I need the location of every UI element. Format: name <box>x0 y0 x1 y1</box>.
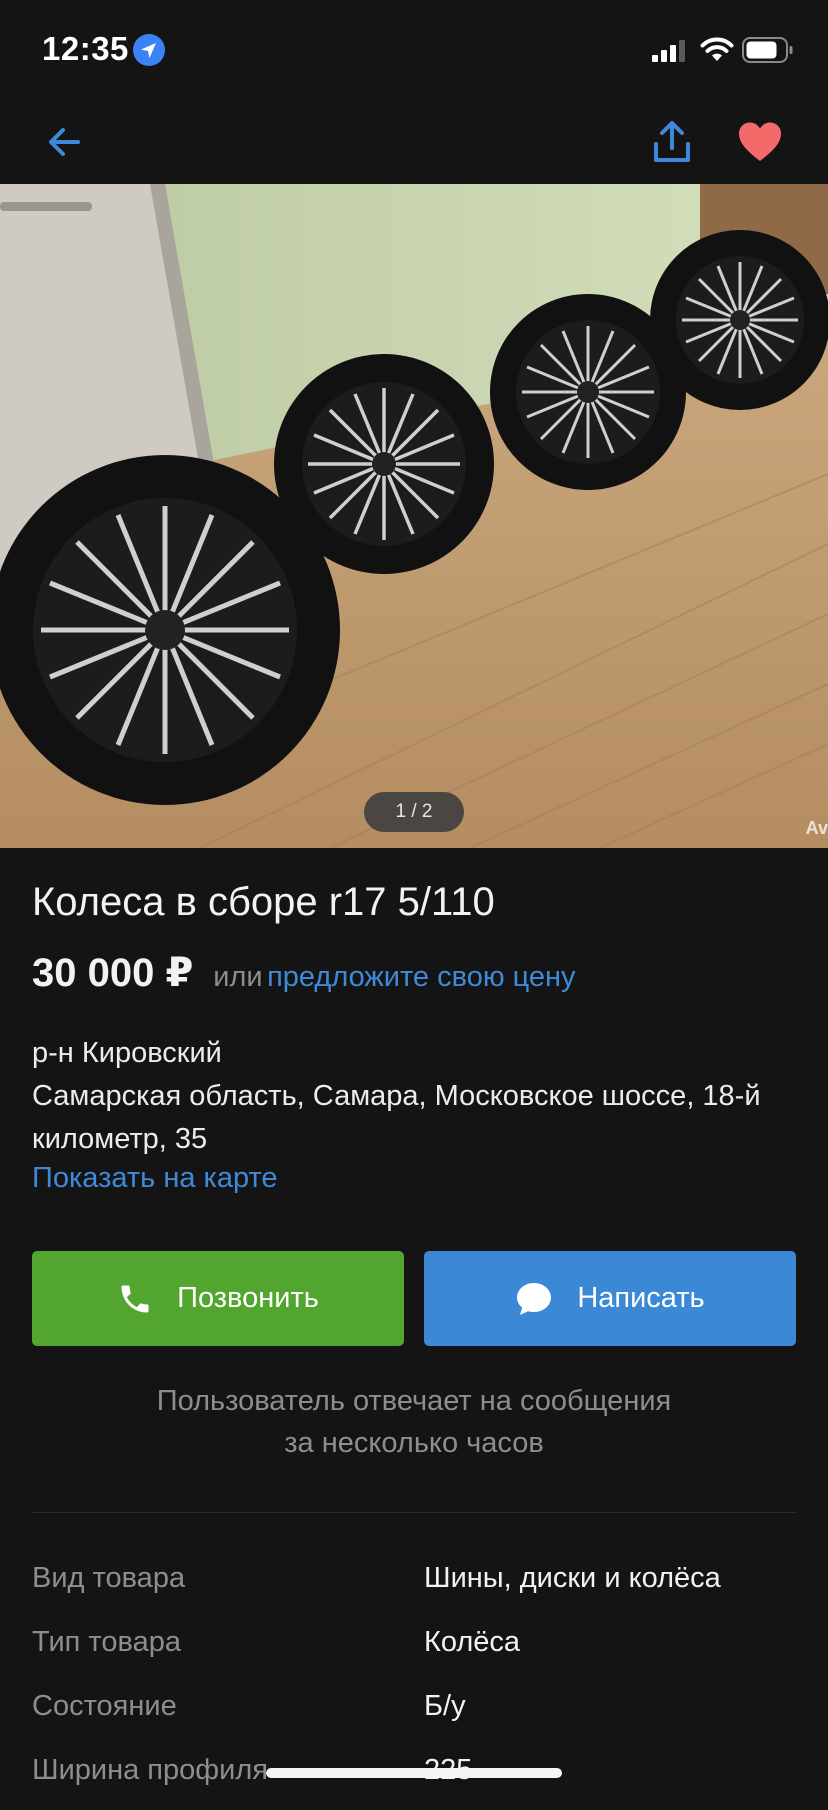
battery-icon <box>742 37 793 63</box>
full-address: Самарская область, Самара, Московское шо… <box>32 1080 761 1155</box>
offer-price-link[interactable]: предложите свою цену <box>267 961 575 993</box>
listing-title: Колеса в сборе r17 5/110 <box>32 880 495 924</box>
wifi-icon <box>700 37 734 61</box>
price-row: 30 000 ₽ или предложите свою цену <box>32 950 576 996</box>
price: 30 000 ₽ <box>32 951 194 995</box>
location-arrow-icon <box>133 34 165 66</box>
share-button[interactable] <box>644 114 700 170</box>
property-value: Б/у <box>424 1690 466 1722</box>
back-button[interactable] <box>36 114 92 170</box>
phone-icon <box>121 1285 149 1312</box>
watermark-logo: Av <box>805 818 828 838</box>
cellular-signal-icon <box>652 40 685 62</box>
property-label: Вид товара <box>32 1562 186 1594</box>
property-label: Ширина профиля <box>32 1754 268 1786</box>
heart-icon <box>739 122 781 161</box>
show-on-map-link[interactable]: Показать на карте <box>32 1162 278 1195</box>
wheel <box>0 455 340 805</box>
write-button[interactable]: Написать <box>424 1251 796 1346</box>
share-icon <box>654 121 690 162</box>
photo-counter: 1 / 2 <box>364 792 464 832</box>
back-arrow-icon <box>49 128 80 156</box>
write-button-label: Написать <box>577 1282 705 1314</box>
call-button[interactable]: Позвонить <box>32 1251 404 1346</box>
district: р-н Кировский <box>32 1037 222 1069</box>
listing-photo <box>0 184 828 848</box>
address-block: р-н Кировский Самарская область, Самара,… <box>32 1032 800 1161</box>
property-value: Колёса <box>424 1626 521 1658</box>
property-label: Тип товара <box>32 1626 181 1658</box>
chat-bubble-icon <box>517 1282 552 1315</box>
status-time: 12:35 <box>42 30 129 67</box>
wheel <box>490 294 686 490</box>
property-label: Состояние <box>32 1690 177 1722</box>
property-row: Состояние Б/у <box>32 1682 796 1746</box>
status-bar: 12:35 <box>0 0 828 96</box>
property-value: Шины, диски и колёса <box>424 1562 721 1594</box>
nav-bar <box>0 96 828 184</box>
property-row: Ширина профиля 225 <box>32 1746 796 1810</box>
home-indicator[interactable] <box>266 1768 562 1778</box>
call-button-label: Позвонить <box>177 1282 319 1314</box>
favorite-button[interactable] <box>732 114 788 170</box>
reply-note-line-1: Пользователь отвечает на сообщения <box>156 1385 672 1417</box>
property-row: Вид товара Шины, диски и колёса <box>32 1554 796 1618</box>
or-text: или <box>213 961 263 993</box>
photo-gallery[interactable] <box>0 184 828 848</box>
reply-time-note: Пользователь отвечает на сообщения за не… <box>32 1380 796 1464</box>
reply-note-line-2: за несколько часов <box>284 1427 544 1459</box>
property-row: Тип товара Колёса <box>32 1618 796 1682</box>
price-suffix: или предложите свою цену <box>213 961 575 994</box>
divider <box>32 1512 796 1513</box>
